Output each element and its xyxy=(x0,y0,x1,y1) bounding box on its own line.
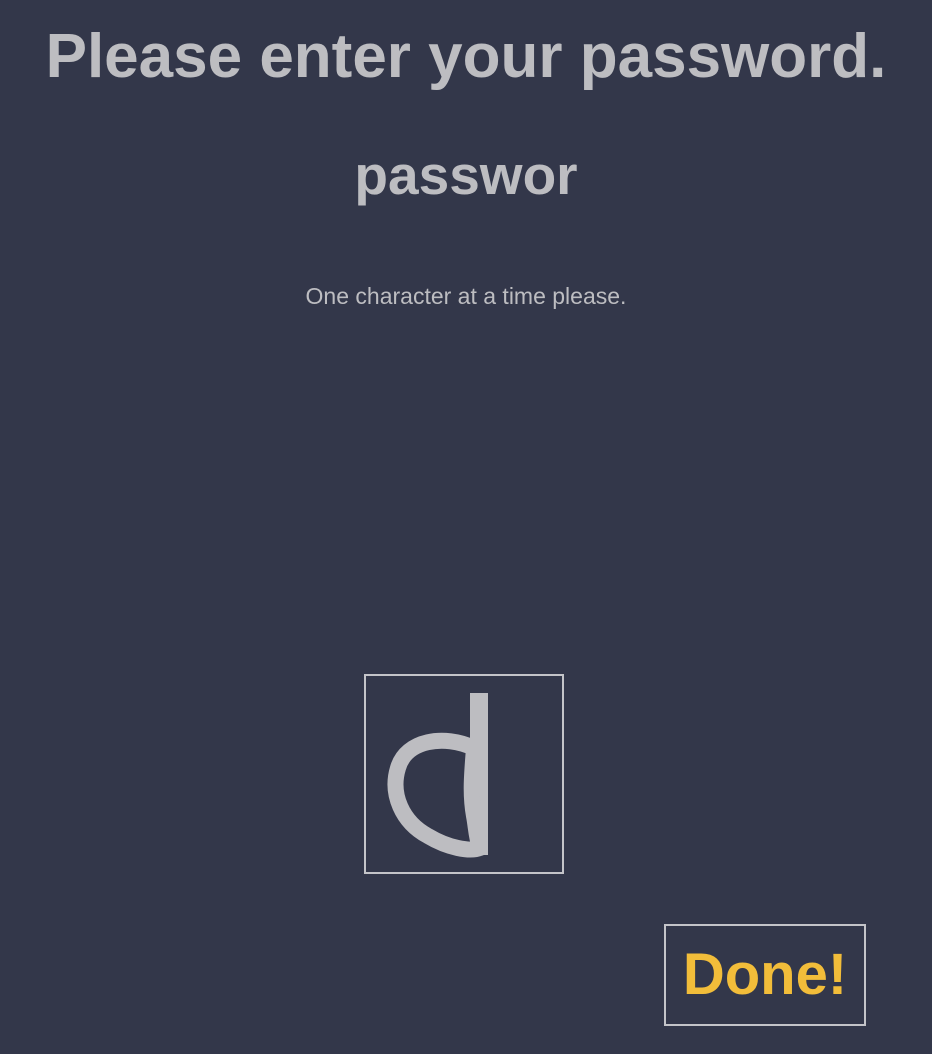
entered-password-text: passwor xyxy=(354,144,578,206)
done-button[interactable]: Done! xyxy=(664,924,866,1026)
drawn-character-stroke xyxy=(387,693,488,858)
page-title: Please enter your password. xyxy=(45,22,887,91)
instruction-text: One character at a time please. xyxy=(305,283,627,309)
drawing-canvas[interactable] xyxy=(364,674,564,874)
